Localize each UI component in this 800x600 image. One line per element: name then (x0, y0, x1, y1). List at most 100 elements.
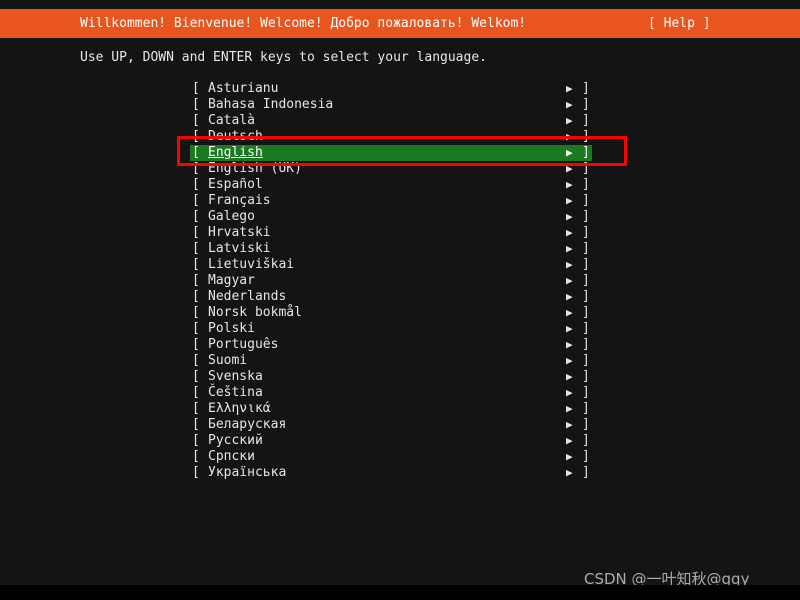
banner-title: Willkommen! Bienvenue! Welcome! Добро по… (80, 16, 527, 31)
bracket-close: ] (582, 337, 590, 352)
language-option-label: English (UK) (208, 161, 302, 176)
submenu-arrow-icon: ▶ (566, 306, 573, 319)
submenu-arrow-icon: ▶ (566, 322, 573, 335)
language-list[interactable]: [Asturianu ▶] [Bahasa Indonesia ▶] [Català ▶]… (0, 81, 800, 481)
bracket-close: ] (582, 113, 590, 128)
submenu-arrow-icon: ▶ (566, 386, 573, 399)
bracket-open: [ (192, 129, 200, 144)
bracket-open: [ (192, 177, 200, 192)
language-option-label: Ελληνικά (208, 401, 271, 416)
bracket-open: [ (192, 161, 200, 176)
submenu-arrow-icon: ▶ (566, 450, 573, 463)
bracket-close: ] (582, 97, 590, 112)
language-option-label: Norsk bokmål (208, 305, 302, 320)
bracket-close: ] (582, 145, 590, 160)
bracket-close: ] (582, 289, 590, 304)
bracket-open: [ (192, 257, 200, 272)
bracket-open: [ (192, 337, 200, 352)
bracket-open: [ (192, 433, 200, 448)
submenu-arrow-icon: ▶ (566, 98, 573, 111)
language-option[interactable]: [ Asturianu ▶] (0, 81, 800, 97)
language-option[interactable]: [Українська ▶] (0, 465, 800, 481)
language-option-label: Español (208, 177, 263, 192)
submenu-arrow-icon: ▶ (566, 418, 573, 431)
language-option-label: Українська (208, 465, 287, 480)
language-option-label: Lietuviškai (208, 257, 295, 272)
bracket-open: [ (192, 417, 200, 432)
language-option-label: Svenska (208, 369, 263, 384)
bracket-close: ] (582, 369, 590, 384)
submenu-arrow-icon: ▶ (566, 82, 573, 95)
language-option[interactable]: [Norsk bokmål ▶] (0, 305, 800, 321)
language-option-label: Suomi (208, 353, 248, 368)
bracket-open: [ (192, 289, 200, 304)
bracket-close: ] (582, 209, 590, 224)
bracket-open: [ (192, 193, 200, 208)
bracket-close: ] (582, 177, 590, 192)
bracket-open: [ (192, 465, 200, 480)
language-option[interactable]: [Lietuviškai ▶] (0, 257, 800, 273)
bottom-strip (0, 585, 800, 600)
bracket-open: [ (192, 369, 200, 384)
submenu-arrow-icon: ▶ (566, 178, 573, 191)
bracket-open: [ (192, 321, 200, 336)
bracket-open: [ (192, 81, 200, 96)
submenu-arrow-icon: ▶ (566, 338, 573, 351)
language-option-label: Asturianu (208, 81, 279, 96)
bracket-open: [ (192, 273, 200, 288)
language-option[interactable]: [Српски ▶] (0, 449, 800, 465)
bracket-close: ] (582, 321, 590, 336)
language-option[interactable]: [Galego ▶] (0, 209, 800, 225)
bracket-open: [ (192, 305, 200, 320)
language-option-label: Português (208, 337, 279, 352)
submenu-arrow-icon: ▶ (566, 402, 573, 415)
language-option[interactable]: [Nederlands ▶] (0, 289, 800, 305)
language-option[interactable]: [Hrvatski ▶] (0, 225, 800, 241)
bracket-open: [ (192, 209, 200, 224)
language-option[interactable]: [Magyar ▶] (0, 273, 800, 289)
language-option-label: Hrvatski (208, 225, 271, 240)
bracket-close: ] (582, 417, 590, 432)
bracket-open: [ (192, 97, 200, 112)
bracket-close: ] (582, 353, 590, 368)
submenu-arrow-icon: ▶ (566, 194, 573, 207)
bracket-close: ] (582, 385, 590, 400)
language-option-label: Српски (208, 449, 255, 464)
submenu-arrow-icon: ▶ (566, 226, 573, 239)
language-option[interactable]: [ Polski ▶] (0, 321, 800, 337)
language-option[interactable]: [Latviski ▶] (0, 241, 800, 257)
bracket-close: ] (582, 81, 590, 96)
language-option[interactable]: [Français ▶] (0, 193, 800, 209)
language-option[interactable]: [Ελληνικά ▶] (0, 401, 800, 417)
bracket-open: [ (192, 401, 200, 416)
language-option[interactable]: [ Português ▶] (0, 337, 800, 353)
language-option-label: Polski (208, 321, 255, 336)
submenu-arrow-icon: ▶ (566, 290, 573, 303)
language-option[interactable]: [Català ▶] (0, 113, 800, 129)
language-option-label: Беларуская (208, 417, 287, 432)
language-option[interactable]: [Suomi ▶] (0, 353, 800, 369)
submenu-arrow-icon: ▶ (566, 274, 573, 287)
bracket-open: [ (192, 225, 200, 240)
help-button[interactable]: [ Help ] (648, 16, 711, 31)
submenu-arrow-icon: ▶ (566, 146, 573, 159)
language-option[interactable]: [ Čeština ▶] (0, 385, 800, 401)
language-option-label: Latviski (208, 241, 271, 256)
submenu-arrow-icon: ▶ (566, 370, 573, 383)
bracket-open: [ (192, 113, 200, 128)
language-option[interactable]: [English ▶] (0, 145, 800, 161)
language-option-label: Čeština (208, 385, 263, 400)
bracket-open: [ (192, 449, 200, 464)
language-option[interactable]: [Bahasa Indonesia ▶] (0, 97, 800, 113)
language-option-label: Français (208, 193, 271, 208)
language-option[interactable]: [English (UK) ▶] (0, 161, 800, 177)
language-option[interactable]: [Deutsch ▶] (0, 129, 800, 145)
language-option[interactable]: [Русский ▶] (0, 433, 800, 449)
bracket-close: ] (582, 465, 590, 480)
bracket-open: [ (192, 385, 200, 400)
terminal-canvas: Willkommen! Bienvenue! Welcome! Добро по… (0, 0, 800, 585)
language-option[interactable]: [ Беларуская ▶] (0, 417, 800, 433)
language-option[interactable]: [ Español ▶] (0, 177, 800, 193)
language-option[interactable]: [ Svenska ▶] (0, 369, 800, 385)
installer-screen: Willkommen! Bienvenue! Welcome! Добро по… (0, 0, 800, 600)
